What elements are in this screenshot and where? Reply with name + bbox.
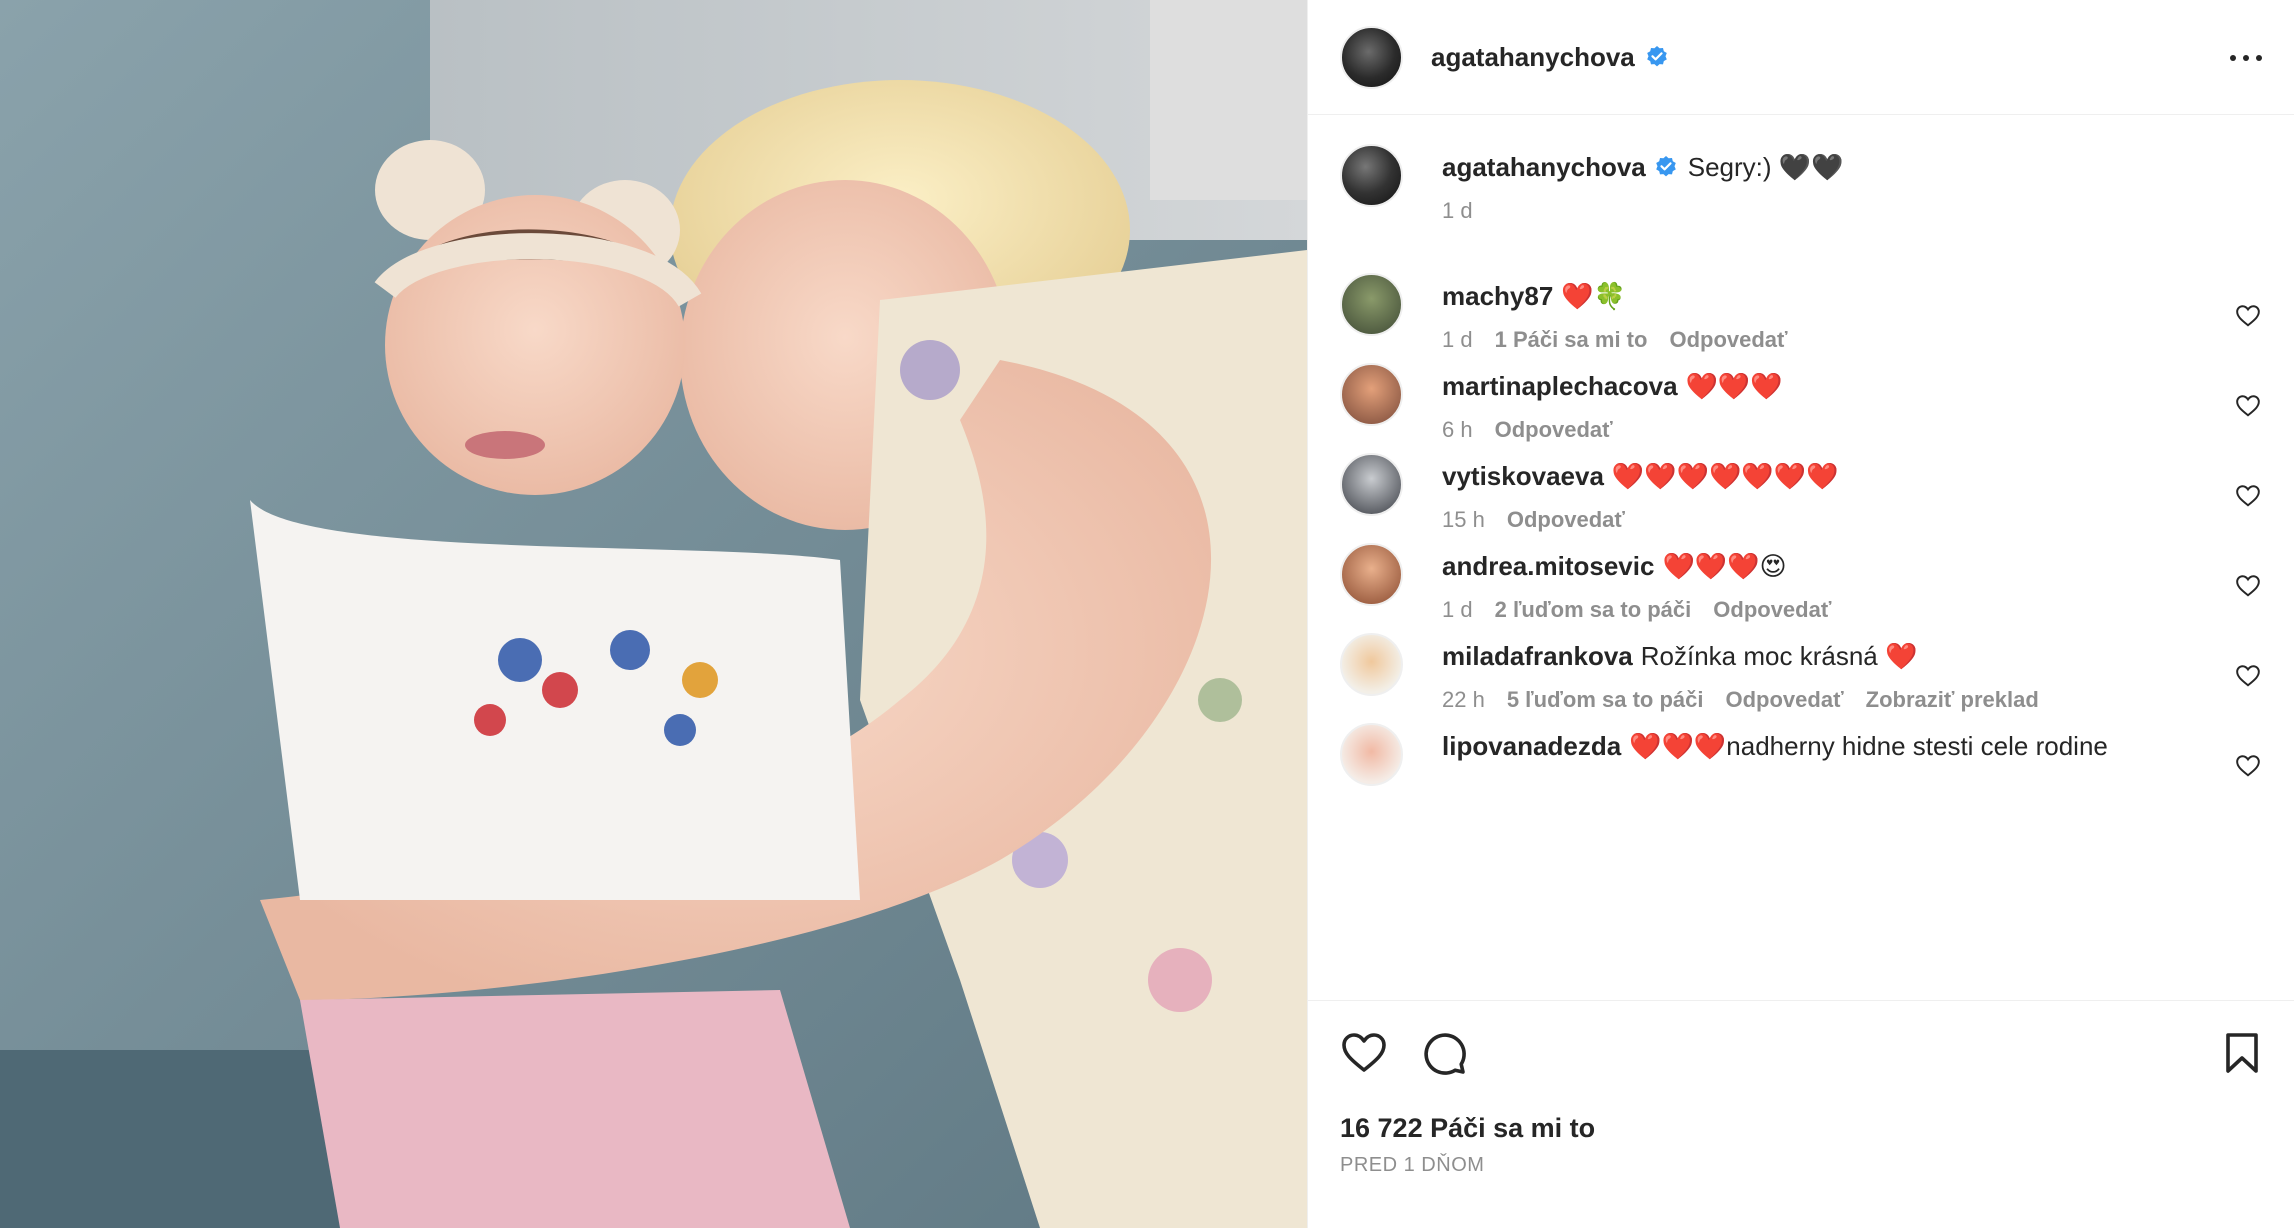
like-comment-heart-icon[interactable] bbox=[2235, 303, 2261, 329]
comment-likes[interactable]: 5 ľuďom sa to páči bbox=[1507, 687, 1704, 712]
like-comment-heart-icon[interactable] bbox=[2235, 393, 2261, 419]
reply-button[interactable]: Odpovedať bbox=[1726, 687, 1844, 712]
caption-time: 1 d bbox=[1442, 198, 1473, 223]
comment-username[interactable]: machy87 bbox=[1442, 281, 1553, 311]
commenter-avatar[interactable] bbox=[1340, 543, 1403, 606]
comment-time: 22 h bbox=[1442, 687, 1485, 712]
comment-text: ❤️❤️❤️❤️❤️❤️❤️ bbox=[1611, 461, 1839, 491]
comment-text: Rožínka moc krásná ❤️ bbox=[1640, 641, 1918, 671]
reply-button[interactable]: Odpovedať bbox=[1495, 417, 1613, 442]
comment-likes[interactable]: 2 ľuďom sa to páči bbox=[1495, 597, 1692, 622]
verified-badge-icon bbox=[1646, 46, 1667, 67]
caption-text: Segry:) 🖤🖤 bbox=[1687, 152, 1844, 182]
comment-username[interactable]: vytiskovaeva bbox=[1442, 461, 1604, 491]
reply-button[interactable]: Odpovedať bbox=[1507, 507, 1625, 532]
reply-button[interactable]: Odpovedať bbox=[1669, 327, 1787, 352]
commenter-avatar[interactable] bbox=[1340, 273, 1403, 336]
comment-username[interactable]: lipovanadezda bbox=[1442, 731, 1621, 761]
comment-username[interactable]: miladafrankova bbox=[1442, 641, 1633, 671]
save-bookmark-icon[interactable] bbox=[2218, 1029, 2266, 1077]
like-heart-icon[interactable] bbox=[1340, 1029, 1388, 1077]
comment-time: 1 d bbox=[1442, 327, 1473, 352]
like-comment-heart-icon[interactable] bbox=[2235, 753, 2261, 779]
commenter-avatar[interactable] bbox=[1340, 633, 1403, 696]
post-timestamp: PRED 1 DŇOM bbox=[1340, 1154, 1485, 1176]
comment-time: 15 h bbox=[1442, 507, 1485, 532]
more-options-icon[interactable] bbox=[2226, 38, 2266, 78]
author-username[interactable]: agatahanychova bbox=[1431, 42, 1635, 73]
post-header: agatahanychova bbox=[1308, 0, 2294, 115]
comment-username[interactable]: andrea.mitosevic bbox=[1442, 551, 1654, 581]
comment-time: 6 h bbox=[1442, 417, 1473, 442]
comment-text: ❤️❤️❤️ bbox=[1685, 371, 1783, 401]
caption-username[interactable]: agatahanychova bbox=[1442, 152, 1646, 182]
comment-bubble-icon[interactable] bbox=[1420, 1029, 1468, 1077]
commenter-avatar[interactable] bbox=[1340, 723, 1403, 786]
like-comment-heart-icon[interactable] bbox=[2235, 663, 2261, 689]
like-comment-heart-icon[interactable] bbox=[2235, 573, 2261, 599]
commenter-avatar[interactable] bbox=[1340, 453, 1403, 516]
post-side-panel: agatahanychova agatahanychova Segry:) 🖤🖤 … bbox=[1307, 0, 2294, 1228]
caption-avatar[interactable] bbox=[1340, 144, 1403, 207]
photo-illustration bbox=[0, 0, 1307, 1228]
reply-button[interactable]: Odpovedať bbox=[1713, 597, 1831, 622]
comment-text: ❤️❤️❤️😍 bbox=[1662, 551, 1787, 581]
translate-button[interactable]: Zobraziť preklad bbox=[1866, 687, 2039, 712]
comment-likes[interactable]: 1 Páči sa mi to bbox=[1495, 327, 1648, 352]
comment-time: 1 d bbox=[1442, 597, 1473, 622]
post-photo[interactable] bbox=[0, 0, 1307, 1228]
verified-badge-icon bbox=[1655, 156, 1676, 177]
comment-text: ❤️❤️❤️nadherny hidne stesti cele rodine bbox=[1629, 731, 2108, 761]
like-comment-heart-icon[interactable] bbox=[2235, 483, 2261, 509]
likes-count[interactable]: 16 722 Páči sa mi to bbox=[1340, 1113, 1595, 1144]
comments-list[interactable]: agatahanychova Segry:) 🖤🖤 1 d machy87 ❤️🍀 … bbox=[1308, 116, 2294, 1000]
comment-username[interactable]: martinaplechacova bbox=[1442, 371, 1678, 401]
commenter-avatar[interactable] bbox=[1340, 363, 1403, 426]
author-avatar[interactable] bbox=[1340, 25, 1403, 89]
post-actions: 16 722 Páči sa mi to PRED 1 DŇOM bbox=[1308, 1000, 2294, 1228]
comment-text: ❤️🍀 bbox=[1561, 281, 1627, 311]
